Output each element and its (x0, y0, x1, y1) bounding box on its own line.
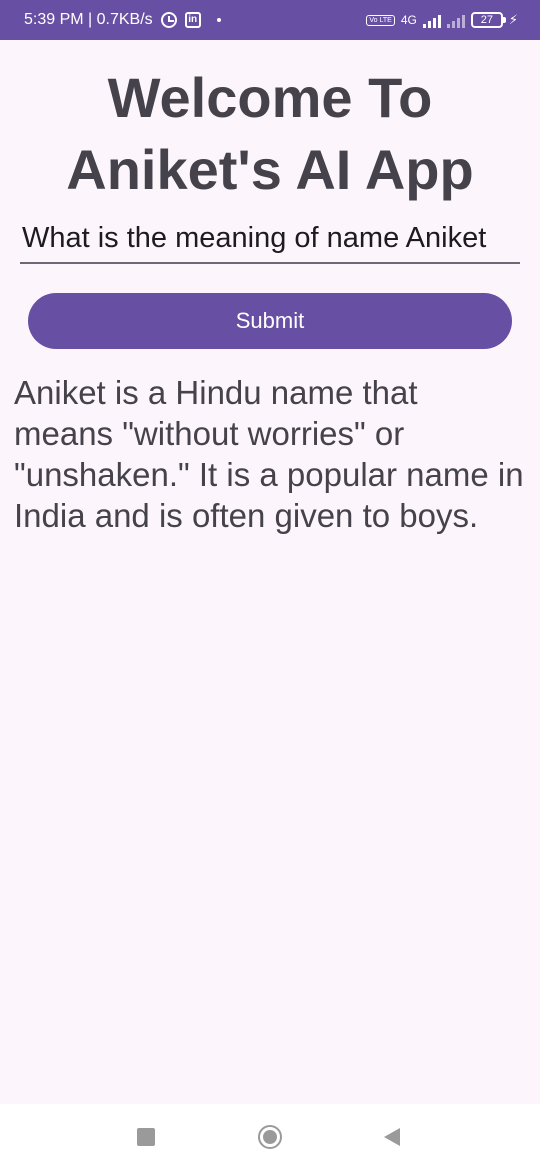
charging-icon: ⚡ (508, 12, 518, 27)
home-icon[interactable] (258, 1125, 282, 1149)
recents-icon[interactable] (137, 1128, 155, 1146)
status-time-speed: 5:39 PM | 0.7KB/s (24, 11, 153, 28)
navigation-bar (0, 1104, 540, 1170)
network-type: 4G (400, 13, 417, 27)
linkedin-icon: in (184, 12, 201, 28)
status-right: Vo LTE 4G 27 ⚡ (366, 12, 518, 28)
signal-secondary-icon (446, 12, 465, 28)
battery-icon: 27 (470, 12, 506, 28)
submit-button[interactable]: Submit (28, 293, 512, 349)
status-bar: 5:39 PM | 0.7KB/s in Vo LTE 4G 27 ⚡ (0, 0, 540, 40)
alarm-icon (160, 12, 177, 28)
back-icon[interactable] (384, 1128, 400, 1146)
response-text: Aniket is a Hindu name that means "witho… (14, 374, 524, 534)
status-left: 5:39 PM | 0.7KB/s in (24, 11, 221, 29)
page-title: Welcome To Aniket's AI App (66, 66, 474, 201)
query-input[interactable] (20, 214, 520, 264)
volte-icon: Vo LTE (366, 14, 395, 26)
notification-dot-icon (216, 18, 221, 22)
signal-icon (422, 12, 441, 28)
